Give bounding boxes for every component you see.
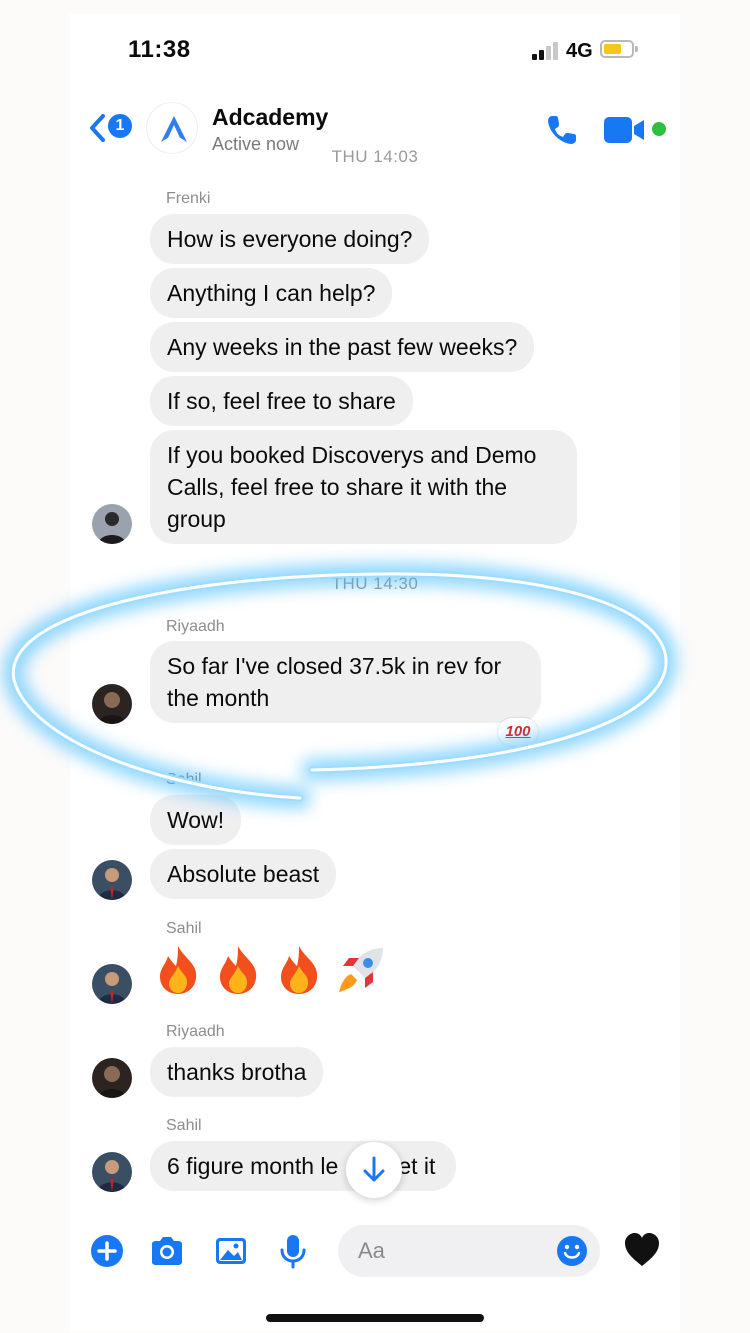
sender-name: Sahil [166,771,202,788]
sender-name: Riyaadh [166,1023,225,1040]
message-bubble[interactable]: If so, feel free to share [150,376,413,426]
phone-screen: 11:38 4G 1 Adcademy Active now THU 14:03… [70,14,680,1332]
microphone-icon[interactable] [274,1232,312,1270]
message-bubble[interactable]: thanks brotha [150,1047,324,1097]
avatar-frenki[interactable] [92,504,132,544]
message-bubble[interactable]: If you booked Discoverys and Demo Calls,… [150,430,577,544]
message-bubble[interactable]: So far I've closed 37.5k in rev for the … [150,641,541,723]
message-input[interactable] [358,1237,538,1265]
status-time: 11:38 [128,36,191,63]
message-bubble[interactable]: Wow! [150,795,242,845]
network-label: 4G [566,40,593,62]
signal-icon [532,42,558,60]
message-text-tail: et it [398,1153,436,1179]
fire-emoji-icon [220,946,257,994]
sender-name: Riyaadh [166,618,225,635]
sender-name: Sahil [166,920,202,937]
chat-title[interactable]: Adcademy [212,104,328,131]
message-text: 6 figure month le [167,1153,339,1179]
online-indicator [652,122,666,136]
message-bubble[interactable]: How is everyone doing? [150,214,430,264]
chevron-left-icon [90,114,105,142]
scroll-to-bottom-button[interactable] [346,1142,402,1198]
fire-emoji-icon [160,946,197,994]
message-bubble[interactable]: 6 figure month le et it [150,1141,456,1191]
rocket-emoji-icon [339,948,384,992]
hundred-reaction-icon[interactable]: 100 [498,718,538,746]
message-bubble[interactable]: Anything I can help? [150,268,393,318]
timestamp: THU 14:30 [331,574,419,593]
battery-icon [600,40,638,58]
timestamp: THU 14:03 [331,147,419,166]
phone-call-icon[interactable] [544,112,580,148]
status-bar: 11:38 4G [70,14,680,86]
fire-emoji-icon [280,946,318,994]
avatar-sahil[interactable] [92,1152,132,1192]
message-input-box[interactable] [338,1225,600,1277]
back-button[interactable]: 1 [88,110,136,146]
avatar-riyaadh[interactable] [92,1058,132,1098]
plus-icon[interactable] [88,1232,126,1270]
avatar-sahil[interactable] [92,860,132,900]
sender-name: Sahil [166,1117,202,1134]
emoji-icon[interactable] [556,1235,588,1267]
camera-icon[interactable] [148,1232,186,1270]
gallery-icon[interactable] [212,1232,250,1270]
adcademy-logo-icon [161,116,187,142]
composer-bar [70,1214,680,1294]
heart-icon[interactable] [622,1230,662,1270]
avatar-riyaadh[interactable] [92,684,132,724]
emoji-message[interactable] [154,944,395,1000]
unread-badge: 1 [108,114,132,138]
avatar-sahil[interactable] [92,964,132,1004]
home-indicator [266,1314,484,1322]
message-bubble[interactable]: Any weeks in the past few weeks? [150,322,535,372]
arrow-down-icon [363,1156,385,1182]
message-bubble[interactable]: Absolute beast [150,849,337,899]
sender-name: Frenki [166,190,211,207]
